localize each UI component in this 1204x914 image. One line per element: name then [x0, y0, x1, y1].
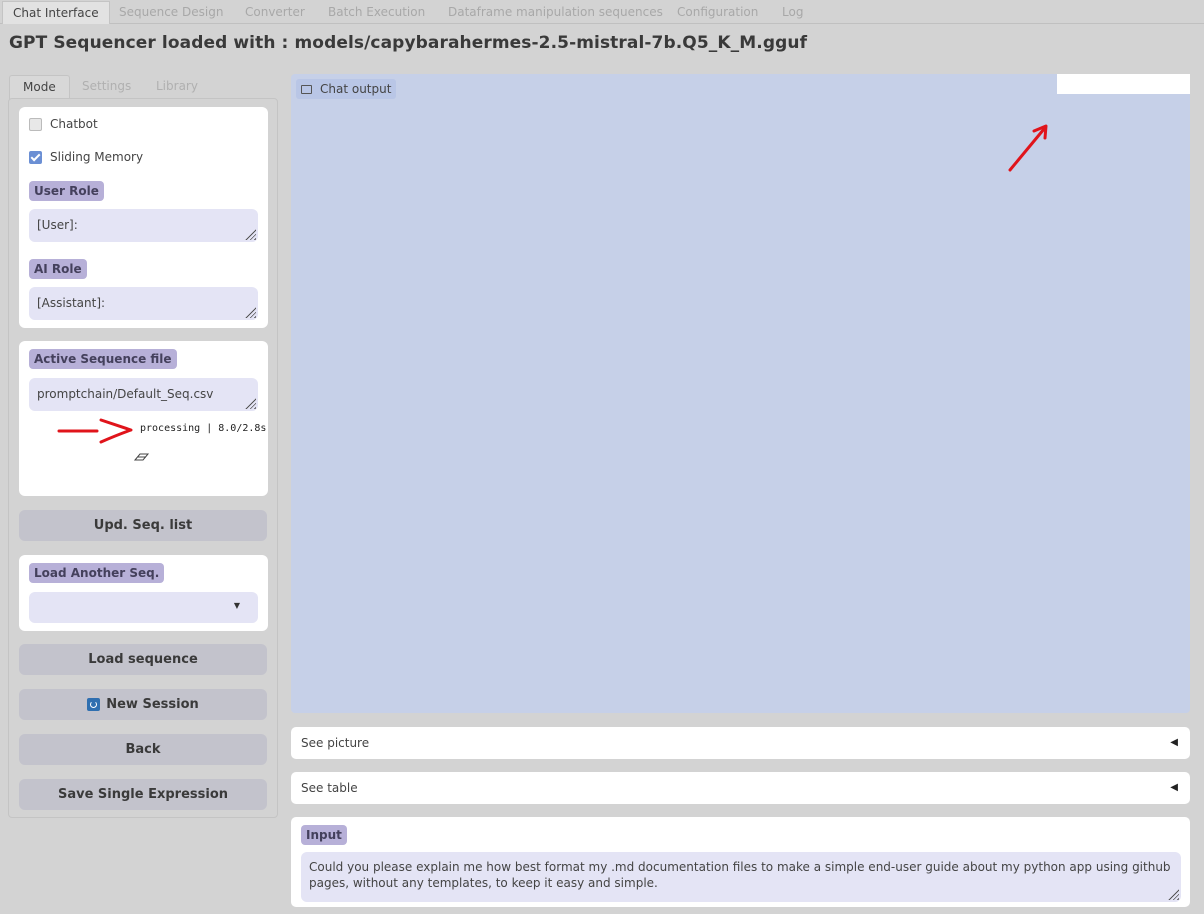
- input-label: Input: [301, 825, 347, 845]
- sliding-memory-checkbox-row[interactable]: Sliding Memory: [29, 150, 143, 164]
- chat-bubble-icon: [301, 84, 312, 94]
- back-button[interactable]: Back: [19, 734, 267, 765]
- processing-status: processing | 8.0/2.8s: [140, 423, 267, 434]
- see-table-accordion[interactable]: See table ◀: [291, 772, 1190, 804]
- chatbot-label: Chatbot: [50, 117, 98, 131]
- tab-batch-execution[interactable]: Batch Execution: [328, 1, 425, 23]
- see-picture-label: See picture: [301, 736, 370, 750]
- save-single-expression-button[interactable]: Save Single Expression: [19, 779, 267, 810]
- collapse-arrow-icon[interactable]: ◀: [1170, 772, 1178, 804]
- resize-handle-icon[interactable]: [245, 229, 256, 240]
- ai-role-value: [Assistant]:: [37, 296, 106, 310]
- active-sequence-label: Active Sequence file: [29, 349, 177, 369]
- tab-converter[interactable]: Converter: [245, 1, 305, 23]
- tab-configuration[interactable]: Configuration: [677, 1, 758, 23]
- sliding-memory-checkbox[interactable]: [29, 150, 42, 164]
- tab-library[interactable]: Library: [156, 75, 198, 98]
- mode-card: Chatbot Sliding Memory User Role [User]:…: [19, 107, 268, 328]
- resize-handle-icon[interactable]: [245, 307, 256, 318]
- new-session-button[interactable]: New Session: [19, 689, 267, 720]
- tab-log[interactable]: Log: [782, 1, 803, 23]
- load-sequence-button[interactable]: Load sequence: [19, 644, 267, 675]
- tab-settings[interactable]: Settings: [82, 75, 131, 98]
- load-another-dropdown[interactable]: ▼: [29, 592, 258, 623]
- annotation-arrow-icon: [1008, 124, 1048, 172]
- ai-role-input[interactable]: [Assistant]:: [29, 287, 258, 320]
- tab-dataframe-manipulation[interactable]: Dataframe manipulation sequences: [448, 1, 663, 23]
- input-value: Could you please explain me how best for…: [309, 860, 1171, 890]
- new-session-label: New Session: [106, 697, 199, 712]
- active-sequence-value: promptchain/Default_Seq.csv: [37, 387, 214, 401]
- update-sequence-list-button[interactable]: Upd. Seq. list: [19, 510, 267, 541]
- load-another-card: Load Another Seq. ▼: [19, 555, 268, 631]
- see-picture-accordion[interactable]: See picture ◀: [291, 727, 1190, 759]
- tab-mode[interactable]: Mode: [9, 75, 70, 99]
- ai-role-label: AI Role: [29, 259, 87, 279]
- input-card: Input Could you please explain me how be…: [291, 817, 1190, 907]
- tab-sequence-design[interactable]: Sequence Design: [119, 1, 223, 23]
- active-sequence-input[interactable]: promptchain/Default_Seq.csv: [29, 378, 258, 411]
- resize-handle-icon[interactable]: [1168, 889, 1179, 900]
- chatbot-checkbox[interactable]: [29, 117, 42, 131]
- tab-chat-interface[interactable]: Chat Interface: [2, 1, 110, 24]
- chatbot-checkbox-row[interactable]: Chatbot: [29, 117, 98, 131]
- sliding-memory-label: Sliding Memory: [50, 150, 144, 164]
- load-another-label: Load Another Seq.: [29, 563, 165, 583]
- chevron-down-icon[interactable]: ▼: [234, 601, 240, 610]
- chat-output-label: Chat output: [296, 79, 397, 99]
- refresh-icon: [87, 698, 101, 711]
- see-table-label: See table: [301, 781, 358, 795]
- eraser-icon: [133, 453, 150, 461]
- main-tab-bar: Chat Interface Sequence Design Converter…: [0, 0, 1204, 24]
- annotation-arrow-icon: [57, 418, 133, 444]
- user-role-input[interactable]: [User]:: [29, 209, 258, 242]
- page-title: GPT Sequencer loaded with : models/capyb…: [9, 33, 808, 53]
- user-role-label: User Role: [29, 181, 104, 201]
- chat-toolbar-box: [1057, 74, 1190, 94]
- user-role-value: [User]:: [37, 218, 78, 232]
- collapse-arrow-icon[interactable]: ◀: [1170, 727, 1178, 759]
- chat-output[interactable]: Chat output: [291, 74, 1190, 713]
- input-textarea[interactable]: Could you please explain me how best for…: [301, 852, 1181, 902]
- resize-handle-icon[interactable]: [245, 398, 256, 409]
- chat-output-label-text: Chat output: [320, 82, 392, 96]
